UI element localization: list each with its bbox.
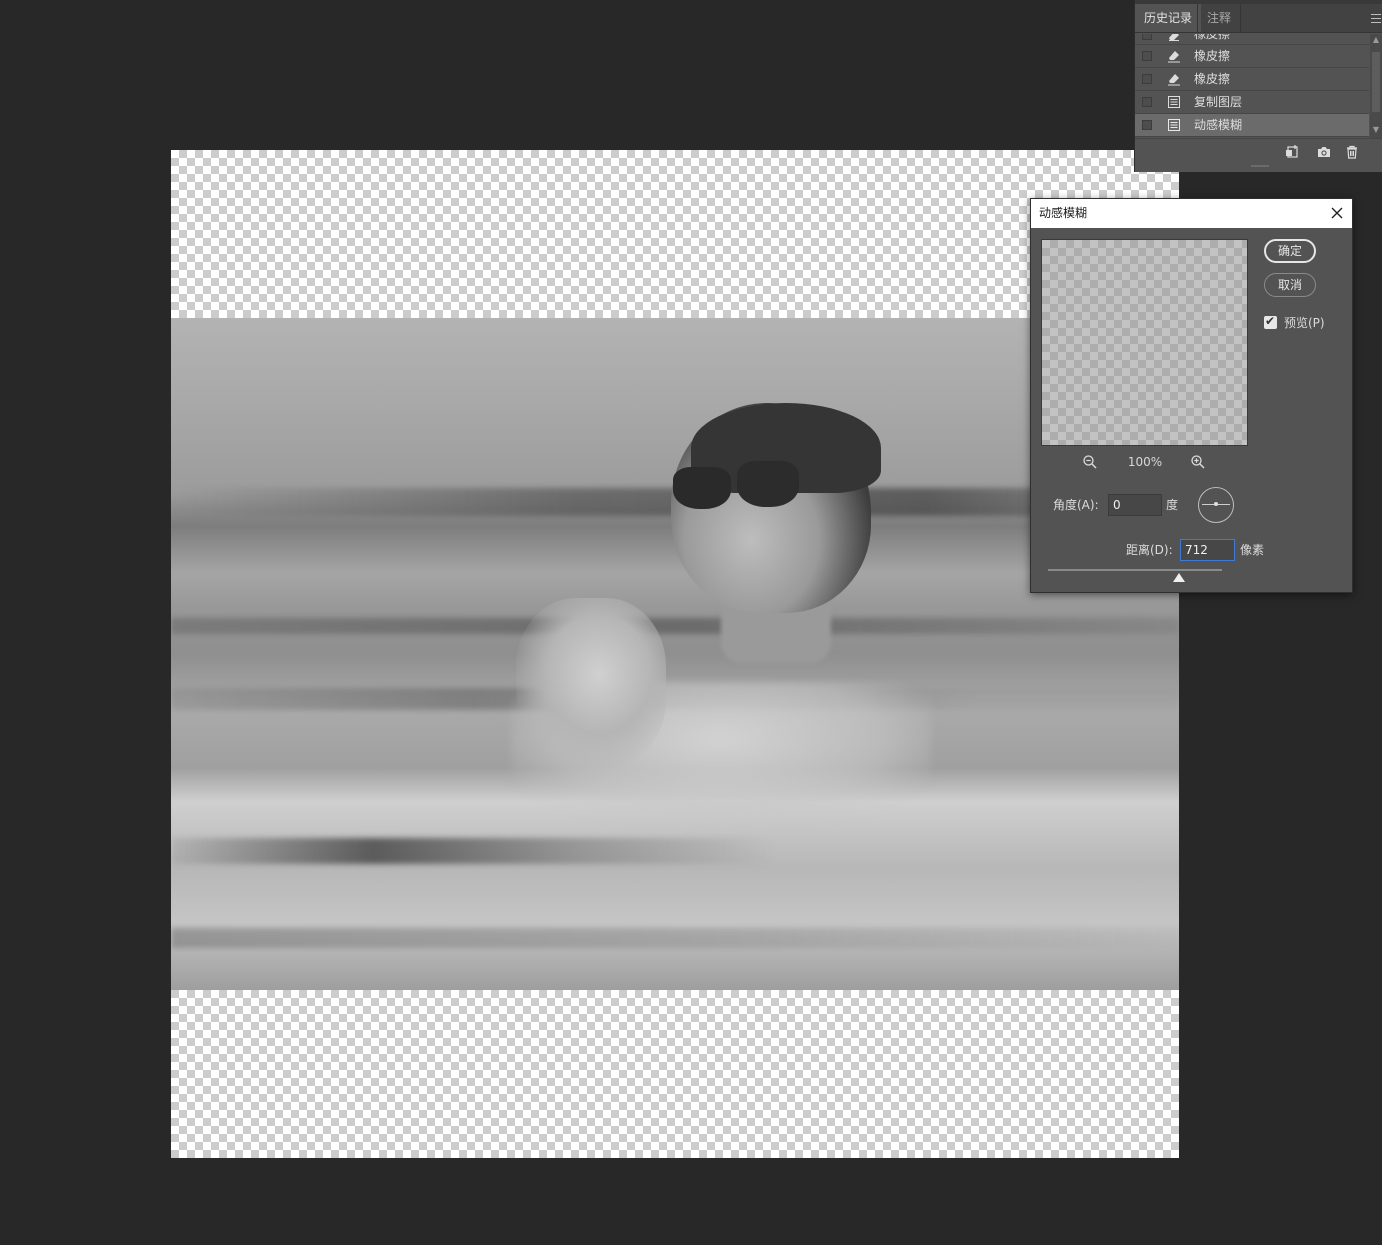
- angle-dial-center: [1214, 502, 1218, 506]
- eraser-icon: [1169, 34, 1179, 41]
- history-list: 橡皮擦 橡皮擦 橡皮擦 复制图层 动感模糊: [1135, 34, 1369, 138]
- checkmark-icon: ✔: [1265, 314, 1276, 328]
- blur-streak: [171, 928, 1179, 948]
- history-source-checkbox[interactable]: [1142, 97, 1152, 107]
- close-icon[interactable]: [1328, 204, 1346, 222]
- trash-icon[interactable]: [1344, 144, 1360, 160]
- zoom-level: 100%: [1127, 455, 1163, 469]
- history-item-selected[interactable]: 动感模糊: [1135, 114, 1369, 137]
- history-item-label: 动感模糊: [1194, 118, 1243, 132]
- panel-menu-icon[interactable]: [1371, 14, 1381, 26]
- angle-input[interactable]: 0: [1108, 494, 1162, 516]
- tab-history[interactable]: 历史记录: [1135, 4, 1202, 32]
- new-document-from-state-icon[interactable]: [1284, 144, 1300, 160]
- eraser-icon: [1168, 51, 1180, 63]
- angle-dial[interactable]: [1198, 487, 1234, 523]
- history-item[interactable]: 橡皮擦: [1135, 45, 1369, 68]
- cancel-button[interactable]: 取消: [1264, 273, 1316, 297]
- history-item[interactable]: 复制图层: [1135, 91, 1369, 114]
- scroll-thumb[interactable]: [1372, 52, 1380, 112]
- person-figure: [511, 403, 931, 823]
- panel-resize-grip[interactable]: [1251, 165, 1269, 167]
- history-source-checkbox[interactable]: [1142, 74, 1152, 84]
- history-panel: 历史记录 注释 橡皮擦 橡皮擦 橡皮擦 复制图层 动感模糊 ▲ ▼: [1134, 0, 1382, 172]
- blur-streak: [171, 838, 1179, 864]
- ok-button[interactable]: 确定: [1264, 239, 1316, 263]
- workspace: 历史记录 注释 橡皮擦 橡皮擦 橡皮擦 复制图层 动感模糊 ▲ ▼ 动感模糊 1…: [0, 0, 1382, 1245]
- history-item[interactable]: 橡皮擦: [1135, 68, 1369, 91]
- zoom-in-icon[interactable]: [1190, 454, 1206, 470]
- scroll-up-icon[interactable]: ▲: [1372, 36, 1380, 44]
- sunglasses-left-lens: [673, 467, 731, 509]
- angle-label: 角度(A):: [1053, 498, 1099, 512]
- preview-checkbox[interactable]: ✔: [1264, 314, 1277, 329]
- camera-snapshot-icon[interactable]: [1316, 144, 1332, 160]
- motion-blurred-photo-layer: [171, 318, 1179, 990]
- history-source-checkbox[interactable]: [1142, 120, 1152, 130]
- dialog-title: 动感模糊: [1039, 206, 1088, 220]
- distance-label: 距离(D):: [1126, 543, 1173, 557]
- panel-tab-bar: 历史记录 注释: [1135, 4, 1382, 33]
- zoom-out-icon[interactable]: [1082, 454, 1098, 470]
- motion-blur-dialog: 动感模糊 100% 确定 取消 ✔ 预览(P) 角度(A): 0 度 距离(D)…: [1030, 198, 1353, 593]
- history-source-checkbox[interactable]: [1142, 51, 1152, 61]
- history-item-label: 橡皮擦: [1194, 72, 1231, 86]
- preview-label[interactable]: 预览(P): [1284, 313, 1325, 333]
- scroll-down-icon[interactable]: ▼: [1372, 126, 1380, 134]
- distance-slider-thumb[interactable]: [1173, 573, 1185, 582]
- history-panel-footer: [1135, 138, 1382, 165]
- tab-notes[interactable]: 注释: [1197, 4, 1242, 32]
- sunglasses-right-lens: [737, 461, 799, 507]
- document-canvas[interactable]: [171, 150, 1179, 1158]
- history-item[interactable]: 橡皮擦: [1135, 34, 1369, 45]
- history-item-label: 复制图层: [1194, 95, 1243, 109]
- eraser-icon: [1168, 74, 1180, 86]
- person-hands: [516, 598, 666, 768]
- distance-slider-track[interactable]: [1048, 569, 1222, 571]
- history-source-checkbox[interactable]: [1142, 34, 1152, 40]
- dialog-titlebar[interactable]: 动感模糊: [1031, 199, 1352, 228]
- angle-unit: 度: [1166, 498, 1179, 512]
- distance-input[interactable]: 712: [1180, 539, 1235, 561]
- filter-preview[interactable]: [1041, 239, 1248, 446]
- document-icon: [1168, 96, 1180, 108]
- history-item-label: 橡皮擦: [1194, 49, 1231, 63]
- document-icon: [1168, 119, 1180, 131]
- history-scrollbar[interactable]: ▲ ▼: [1370, 34, 1382, 138]
- distance-unit: 像素: [1240, 543, 1265, 557]
